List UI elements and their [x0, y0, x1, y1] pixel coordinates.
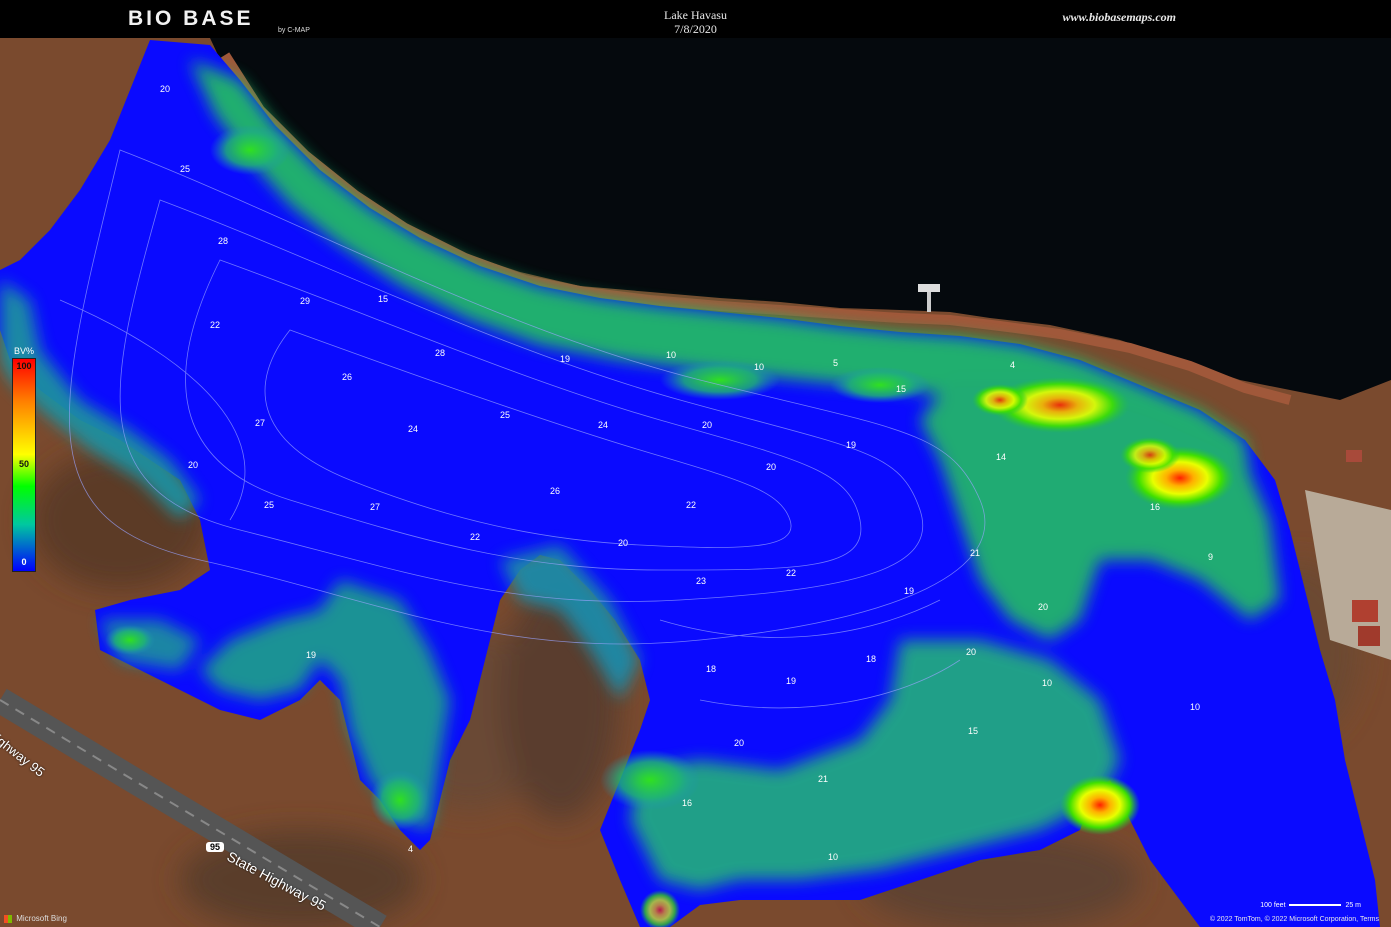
depth-label: 20	[1038, 602, 1048, 612]
depth-label: 20	[188, 460, 198, 470]
depth-label: 21	[818, 774, 828, 784]
microsoft-logo-icon	[4, 914, 12, 923]
scale-feet: 100 feet	[1260, 902, 1286, 909]
depth-label: 27	[255, 418, 265, 428]
map-title: Lake Havasu	[664, 8, 727, 22]
depth-label: 22	[210, 320, 220, 330]
depth-label: 15	[378, 294, 388, 304]
depth-label: 20	[766, 462, 776, 472]
map-title-block: Lake Havasu 7/8/2020	[0, 8, 1391, 36]
depth-label: 26	[342, 372, 352, 382]
depth-label: 19	[306, 650, 316, 660]
depth-label: 18	[706, 664, 716, 674]
depth-label: 22	[686, 500, 696, 510]
depth-label: 15	[896, 384, 906, 394]
depth-label: 16	[1150, 502, 1160, 512]
depth-label: 15	[968, 726, 978, 736]
depth-label: 22	[470, 532, 480, 542]
depth-label: 24	[598, 420, 608, 430]
depth-label: 4	[408, 844, 413, 854]
biovolume-map[interactable]: 20 25 28 22 29 28 15 26 27 24 25 19 10 1…	[0, 38, 1391, 927]
depth-label: 28	[218, 236, 228, 246]
depth-label: 9	[1208, 552, 1213, 562]
depth-label: 27	[370, 502, 380, 512]
depth-label: 4	[1010, 360, 1015, 370]
copyright-text[interactable]: © 2022 TomTom, © 2022 Microsoft Corporat…	[1210, 916, 1379, 923]
depth-label: 19	[904, 586, 914, 596]
header-bar: BIO BASE by C-MAP Lake Havasu 7/8/2020 w…	[0, 0, 1391, 38]
depth-label: 19	[846, 440, 856, 450]
depth-label: 25	[180, 164, 190, 174]
website-url[interactable]: www.biobasemaps.com	[1062, 10, 1176, 25]
map-frame: BIO BASE by C-MAP Lake Havasu 7/8/2020 w…	[0, 0, 1391, 927]
depth-label: 10	[1042, 678, 1052, 688]
map-date: 7/8/2020	[674, 22, 717, 36]
depth-label: 20	[160, 84, 170, 94]
depth-label: 19	[560, 354, 570, 364]
legend-color-ramp: 100 50 0	[12, 358, 36, 572]
depth-label: 19	[786, 676, 796, 686]
depth-label: 10	[666, 350, 676, 360]
depth-label: 29	[300, 296, 310, 306]
legend-mid: 50	[18, 459, 29, 469]
depth-label: 14	[996, 452, 1006, 462]
scale-meters: 25 m	[1345, 902, 1361, 909]
depth-label: 20	[966, 647, 976, 657]
depth-label: 20	[618, 538, 628, 548]
depth-label: 21	[970, 548, 980, 558]
depth-label: 23	[696, 576, 706, 586]
depth-label: 10	[754, 362, 764, 372]
bing-label: Microsoft Bing	[16, 914, 67, 923]
depth-label: 28	[435, 348, 445, 358]
depth-label: 10	[1190, 702, 1200, 712]
scale-bar-line	[1289, 904, 1342, 907]
depth-label: 20	[702, 420, 712, 430]
depth-label: 10	[828, 852, 838, 862]
bing-attribution: Microsoft Bing	[4, 914, 67, 923]
depth-label: 26	[550, 486, 560, 496]
depth-label: 16	[682, 798, 692, 808]
biovolume-legend: BV% 100 50 0	[12, 346, 36, 572]
highway-shield: 95	[206, 842, 225, 852]
depth-label: 5	[833, 358, 838, 368]
depth-label: 25	[264, 500, 274, 510]
depth-label: 22	[786, 568, 796, 578]
depth-label: 24	[408, 424, 418, 434]
scale-bar: 100 feet 25 m	[1260, 902, 1361, 909]
depth-label: 20	[734, 738, 744, 748]
legend-min: 0	[21, 557, 27, 567]
legend-max: 100	[16, 361, 32, 371]
legend-title: BV%	[13, 346, 34, 356]
depth-label: 18	[866, 654, 876, 664]
depth-label: 25	[500, 410, 510, 420]
